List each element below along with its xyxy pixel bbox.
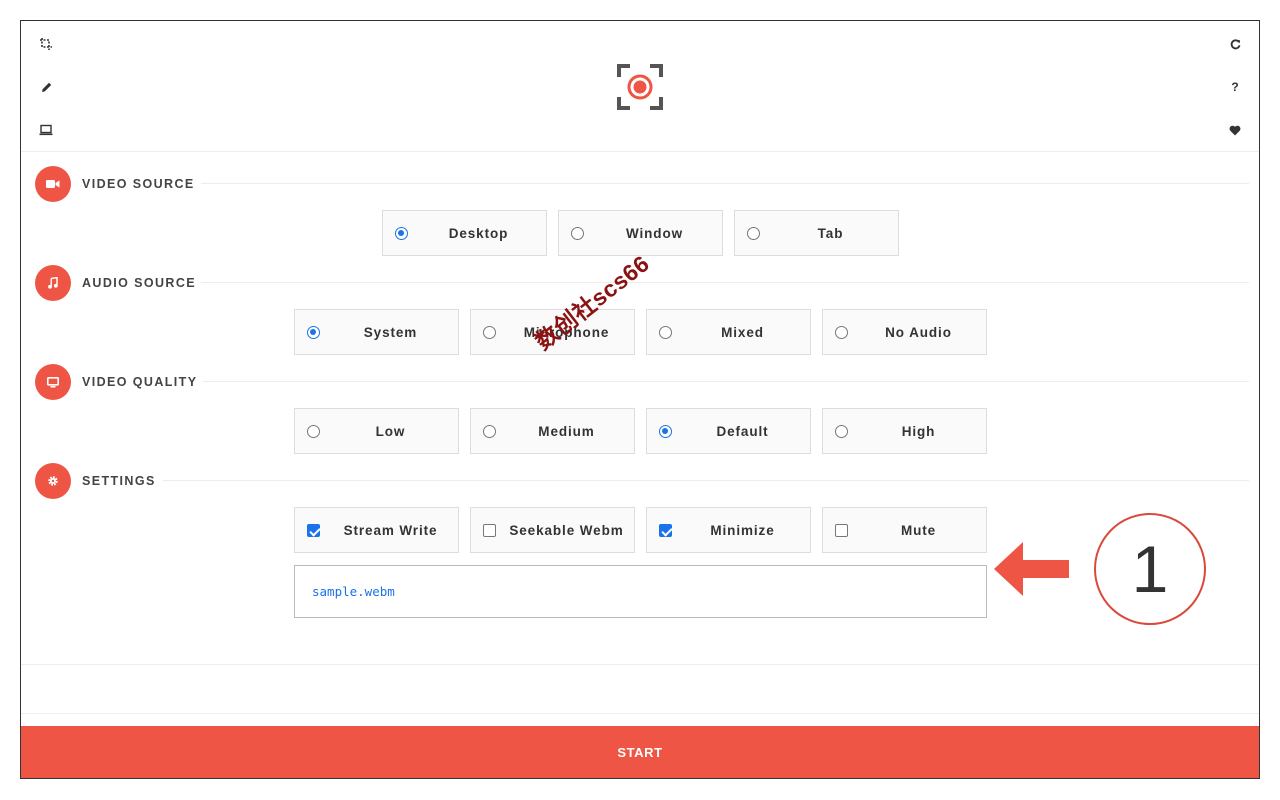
- radio-button[interactable]: [571, 227, 584, 240]
- option-mixed[interactable]: Mixed: [646, 309, 811, 355]
- monitor-icon: [35, 364, 71, 400]
- radio-button[interactable]: [307, 326, 320, 339]
- music-note-icon: [35, 265, 71, 301]
- annotation-number: 1: [1094, 513, 1206, 625]
- laptop-icon[interactable]: [38, 122, 54, 138]
- option-label: Seekable Webm: [509, 523, 624, 538]
- record-target-icon: [617, 64, 663, 110]
- footer-divider: [21, 713, 1259, 714]
- option-label: Mixed: [721, 325, 764, 340]
- radio-button[interactable]: [835, 425, 848, 438]
- option-label: Default: [716, 424, 769, 439]
- option-minimize[interactable]: Minimize: [646, 507, 811, 553]
- option-seekable-webm[interactable]: Seekable Webm: [470, 507, 635, 553]
- option-high[interactable]: High: [822, 408, 987, 454]
- option-tab[interactable]: Tab: [734, 210, 899, 256]
- section-divider: [201, 282, 1249, 283]
- footer-divider: [21, 664, 1259, 665]
- option-no-audio[interactable]: No Audio: [822, 309, 987, 355]
- option-label: Desktop: [448, 226, 509, 241]
- app-frame: ? VIDEO SOURCE Desktop Window Tab AUDIO …: [20, 20, 1260, 779]
- option-low[interactable]: Low: [294, 408, 459, 454]
- radio-button[interactable]: [483, 425, 496, 438]
- radio-button[interactable]: [395, 227, 408, 240]
- option-label: Medium: [538, 424, 595, 439]
- section-video-quality: VIDEO QUALITY: [35, 364, 1249, 400]
- radio-button[interactable]: [659, 425, 672, 438]
- checkbox[interactable]: [483, 524, 496, 537]
- option-label: High: [901, 424, 936, 439]
- help-icon[interactable]: ?: [1227, 79, 1243, 95]
- refresh-icon[interactable]: [1227, 36, 1243, 52]
- crop-icon[interactable]: [38, 36, 54, 52]
- option-label: Minimize: [710, 523, 775, 538]
- option-medium[interactable]: Medium: [470, 408, 635, 454]
- section-title: SETTINGS: [82, 474, 156, 488]
- checkbox[interactable]: [307, 524, 320, 537]
- section-divider: [163, 480, 1249, 481]
- radio-button[interactable]: [483, 326, 496, 339]
- option-desktop[interactable]: Desktop: [382, 210, 547, 256]
- section-title: AUDIO SOURCE: [82, 276, 197, 290]
- option-stream-write[interactable]: Stream Write: [294, 507, 459, 553]
- gear-icon: [35, 463, 71, 499]
- section-title: VIDEO SOURCE: [82, 177, 195, 191]
- option-mute[interactable]: Mute: [822, 507, 987, 553]
- option-label: Low: [375, 424, 406, 439]
- option-label: Tab: [817, 226, 844, 241]
- option-label: No Audio: [885, 325, 952, 340]
- heart-icon[interactable]: [1227, 122, 1243, 138]
- option-default[interactable]: Default: [646, 408, 811, 454]
- radio-button[interactable]: [747, 227, 760, 240]
- option-label: Window: [625, 226, 683, 241]
- start-button[interactable]: START: [21, 726, 1259, 778]
- filename-input[interactable]: [294, 565, 987, 618]
- radio-button[interactable]: [307, 425, 320, 438]
- option-window[interactable]: Window: [558, 210, 723, 256]
- radio-button[interactable]: [659, 326, 672, 339]
- option-label: System: [363, 325, 418, 340]
- section-video-source: VIDEO SOURCE: [35, 166, 1249, 202]
- checkbox[interactable]: [659, 524, 672, 537]
- checkbox[interactable]: [835, 524, 848, 537]
- option-label: Stream Write: [343, 523, 438, 538]
- section-divider: [203, 381, 1249, 382]
- pencil-icon[interactable]: [38, 79, 54, 95]
- annotation-arrow-icon: [994, 542, 1069, 596]
- section-divider: [201, 183, 1249, 184]
- radio-button[interactable]: [835, 326, 848, 339]
- video-camera-icon: [35, 166, 71, 202]
- option-label: Mute: [900, 523, 937, 538]
- top-bar: ?: [21, 21, 1259, 152]
- section-settings: SETTINGS: [35, 463, 1249, 499]
- section-title: VIDEO QUALITY: [82, 375, 198, 389]
- option-system[interactable]: System: [294, 309, 459, 355]
